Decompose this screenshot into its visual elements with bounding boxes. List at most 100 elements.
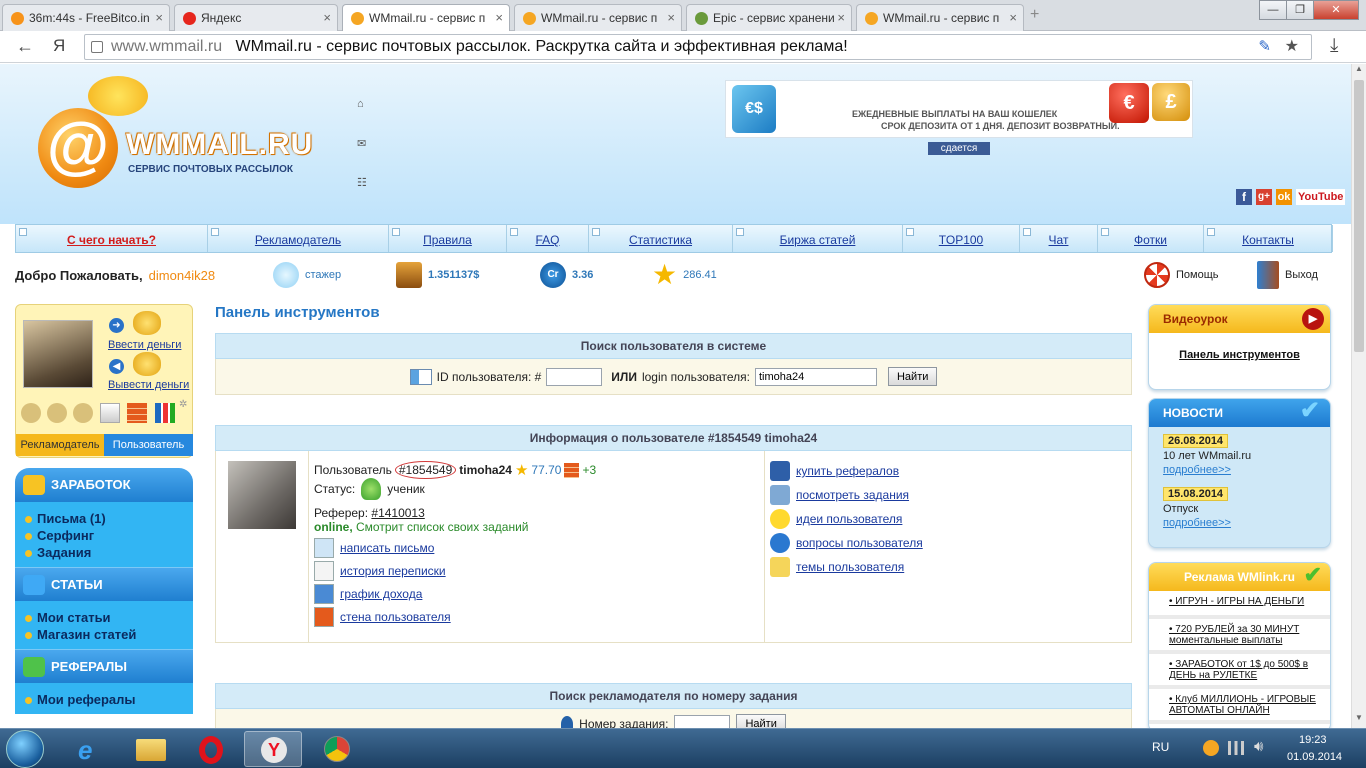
nav-link[interactable]: Фотки: [1134, 233, 1167, 247]
yandex-icon[interactable]: Я: [53, 36, 65, 56]
menu-item[interactable]: Магазин статей: [23, 626, 185, 643]
clock-date[interactable]: 01.09.2014: [1287, 751, 1342, 763]
user-action-label[interactable]: история переписки: [340, 564, 446, 578]
nav-link[interactable]: Контакты: [1242, 233, 1294, 247]
nav-link[interactable]: Биржа статей: [780, 233, 856, 247]
tab-close-icon[interactable]: ×: [495, 10, 503, 25]
browser-tab[interactable]: Яндекс ×: [174, 4, 338, 31]
page-scrollbar[interactable]: ▲ ▼: [1351, 64, 1366, 728]
tab-close-icon[interactable]: ×: [155, 10, 163, 25]
site-logo[interactable]: @ WMMAIL.RU СЕРВИС ПОЧТОВЫХ РАССЫЛОК: [38, 76, 328, 188]
download-icon[interactable]: ⤓: [1330, 35, 1338, 57]
logout-link[interactable]: Выход: [1257, 261, 1318, 289]
nav-item[interactable]: Контакты: [1204, 225, 1333, 252]
ad-link[interactable]: • ЗАРАБОТОК от 1$ до 500$ в ДЕНЬ на РУЛЕ…: [1169, 659, 1308, 681]
brush-icon[interactable]: ✎: [1258, 35, 1271, 59]
ad-item[interactable]: • ИГРУН - ИГРЫ НА ДЕНЬГИ: [1149, 591, 1330, 619]
menu-item[interactable]: Задания: [23, 544, 185, 561]
user-id-input[interactable]: [546, 367, 603, 386]
tab-close-icon[interactable]: ×: [323, 10, 331, 25]
advertiser-role-button[interactable]: Рекламодатель: [16, 434, 104, 456]
user-tool-link[interactable]: купить рефералов: [770, 459, 923, 483]
banner-rent-label[interactable]: сдается: [928, 142, 990, 155]
clock-time[interactable]: 19:23: [1299, 734, 1327, 746]
browser-tab[interactable]: WMmail.ru - сервис п ×: [342, 4, 510, 31]
scroll-up-arrow[interactable]: ▲: [1352, 64, 1366, 79]
nav-item[interactable]: С чего начать?: [16, 225, 208, 252]
bookmark-star-icon[interactable]: ★: [1285, 35, 1299, 59]
task-number-input[interactable]: [674, 714, 731, 728]
user-role-button[interactable]: Пользователь: [104, 434, 193, 456]
restore-button[interactable]: ❐: [1286, 0, 1314, 20]
user-avatar[interactable]: [228, 461, 296, 529]
nav-item[interactable]: Фотки: [1098, 225, 1204, 252]
nav-item[interactable]: Статистика: [589, 225, 733, 252]
search-user-button[interactable]: Найти: [887, 367, 938, 386]
help-link[interactable]: Помощь: [1144, 261, 1219, 289]
facebook-icon[interactable]: f: [1236, 189, 1252, 205]
ad-link[interactable]: • Клуб МИЛЛИОНЬ - ИГРОВЫЕ АВТОМАТЫ ОНЛАЙ…: [1169, 694, 1316, 716]
user-tool-link[interactable]: вопросы пользователя: [770, 531, 923, 555]
volume-icon[interactable]: 🔊︎: [1254, 738, 1263, 755]
taskbar-yandex-browser[interactable]: Y: [244, 731, 302, 767]
ad-banner[interactable]: €$ ЕЖЕДНЕВНЫЕ ВЫПЛАТЫ НА ВАШ КОШЕЛЕК СРО…: [725, 80, 1193, 138]
referrer-link[interactable]: #1410013: [371, 506, 424, 520]
url-field[interactable]: www.wmmail.ru WMmail.ru - сервис почтовы…: [84, 34, 1312, 60]
odnoklassniki-icon[interactable]: ok: [1276, 189, 1292, 205]
browser-tab[interactable]: 36m:44s - FreeBitco.in ×: [2, 4, 170, 31]
ad-item[interactable]: • 720 РУБЛЕЙ за 30 МИНУТ моментальные вы…: [1149, 619, 1330, 654]
user-tool-link[interactable]: темы пользователя: [770, 555, 923, 579]
balance-block[interactable]: 1.351137$: [396, 261, 479, 289]
wall-icon[interactable]: [127, 403, 147, 423]
news-more-link[interactable]: подробнее>>: [1163, 464, 1231, 476]
current-username[interactable]: dimon4ik28: [149, 268, 216, 283]
menu-item[interactable]: Письма (1): [23, 510, 185, 527]
play-icon[interactable]: ▶: [1302, 308, 1324, 330]
youtube-icon[interactable]: YouTube: [1296, 189, 1346, 205]
menu-item[interactable]: Серфинг: [23, 527, 185, 544]
nav-item[interactable]: TOP100: [903, 225, 1020, 252]
menu-item[interactable]: Мои рефералы: [23, 691, 185, 708]
nav-link[interactable]: С чего начать?: [67, 233, 156, 247]
user-tool-link[interactable]: идеи пользователя: [770, 507, 923, 531]
taskbar-chrome[interactable]: [308, 731, 366, 767]
nav-link[interactable]: Статистика: [629, 233, 692, 247]
network-icon[interactable]: [1228, 741, 1244, 755]
user-tool-label[interactable]: темы пользователя: [796, 560, 904, 574]
browser-tab[interactable]: WMmail.ru - сервис п ×: [856, 4, 1024, 31]
start-button[interactable]: [6, 730, 44, 768]
user-action-link[interactable]: стена пользователя: [314, 605, 451, 628]
taskbar-explorer[interactable]: [122, 731, 180, 767]
nav-item[interactable]: Биржа статей: [733, 225, 903, 252]
news-more-link[interactable]: подробнее>>: [1163, 517, 1231, 529]
ad-link[interactable]: • ИГРУН - ИГРЫ НА ДЕНЬГИ: [1169, 596, 1304, 607]
new-tab-button[interactable]: +: [1030, 6, 1039, 24]
menu-section-header[interactable]: РЕФЕРАЛЫ: [15, 649, 193, 683]
deposit-link[interactable]: Ввести деньги: [108, 339, 181, 351]
nav-link[interactable]: Чат: [1049, 233, 1069, 247]
scroll-down-arrow[interactable]: ▼: [1352, 713, 1366, 728]
withdraw-link[interactable]: Вывести деньги: [108, 379, 189, 391]
tab-close-icon[interactable]: ×: [1009, 10, 1017, 25]
ad-item[interactable]: • ЗАРАБОТОК от 1$ до 500$ в ДЕНЬ на РУЛЕ…: [1149, 654, 1330, 689]
search-task-button[interactable]: Найти: [736, 714, 786, 728]
browser-tab[interactable]: Epic - сервис хранени ×: [686, 4, 852, 31]
nav-item[interactable]: Рекламодатель: [208, 225, 389, 252]
tab-close-icon[interactable]: ×: [837, 10, 845, 25]
language-indicator[interactable]: RU: [1152, 740, 1169, 754]
nav-link[interactable]: Рекламодатель: [255, 233, 341, 247]
back-icon[interactable]: ←: [16, 36, 34, 57]
user-tool-label[interactable]: вопросы пользователя: [796, 536, 923, 550]
menu-section-header[interactable]: СТАТЬИ: [15, 567, 193, 601]
minimize-button[interactable]: —: [1259, 0, 1287, 20]
mail-icon[interactable]: ✉: [357, 137, 366, 150]
user-action-label[interactable]: стена пользователя: [340, 610, 451, 624]
nav-link[interactable]: TOP100: [939, 233, 983, 247]
credits-block[interactable]: Cr 3.36: [540, 261, 593, 289]
tab-close-icon[interactable]: ×: [667, 10, 675, 25]
close-window-button[interactable]: ✕: [1313, 0, 1359, 20]
chart-icon[interactable]: [155, 403, 175, 423]
nav-link[interactable]: Правила: [423, 233, 472, 247]
browser-tab[interactable]: WMmail.ru - сервис п ×: [514, 4, 682, 31]
video-lesson-link[interactable]: Панель инструментов: [1179, 349, 1300, 361]
